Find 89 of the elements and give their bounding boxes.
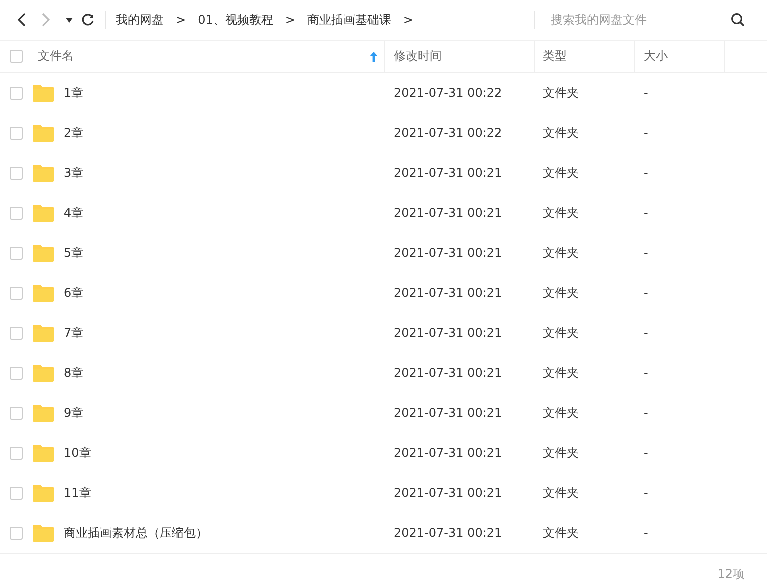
folder-icon <box>33 284 54 302</box>
file-size: - <box>644 286 648 300</box>
column-header[interactable]: 大小 <box>644 48 668 65</box>
modified-time: 2021-07-31 00:21 <box>394 446 502 460</box>
folder-icon <box>33 524 54 542</box>
folder-icon <box>33 364 54 382</box>
file-size: - <box>644 86 648 100</box>
folder-icon <box>33 204 54 222</box>
breadcrumb-separator: > <box>176 13 186 27</box>
item-count: 12项 <box>718 566 745 583</box>
file-name[interactable]: 6章 <box>64 284 84 302</box>
file-type: 文件夹 <box>543 326 579 340</box>
breadcrumb-separator: > <box>403 13 414 27</box>
checkbox[interactable] <box>10 446 22 460</box>
file-name[interactable]: 8章 <box>64 364 84 382</box>
checkbox[interactable] <box>10 326 22 340</box>
modified-time: 2021-07-31 00:21 <box>394 406 502 420</box>
checkbox[interactable] <box>10 286 22 300</box>
checkbox[interactable] <box>10 526 22 540</box>
file-size: - <box>644 126 648 140</box>
file-name[interactable]: 11章 <box>64 484 92 502</box>
folder-icon <box>33 484 54 502</box>
sort-ascending-icon[interactable] <box>370 52 378 62</box>
checkbox[interactable] <box>10 50 22 63</box>
breadcrumb-link[interactable]: 我的网盘 <box>116 12 164 28</box>
file-type: 文件夹 <box>543 446 579 460</box>
refresh-icon[interactable] <box>81 13 95 27</box>
file-size: - <box>644 166 648 180</box>
modified-time: 2021-07-31 00:21 <box>394 326 502 340</box>
caret-icon[interactable] <box>66 18 73 22</box>
file-type: 文件夹 <box>543 126 579 140</box>
file-name[interactable]: 5章 <box>64 244 84 262</box>
checkbox[interactable] <box>10 206 22 220</box>
checkbox[interactable] <box>10 406 22 420</box>
folder-icon <box>33 164 54 182</box>
file-size: - <box>644 486 648 500</box>
folder-icon <box>33 404 54 422</box>
folder-icon <box>33 444 54 462</box>
file-size: - <box>644 246 648 260</box>
file-name[interactable]: 1章 <box>64 84 84 102</box>
checkbox[interactable] <box>10 126 22 140</box>
file-name[interactable]: 商业插画素材总（压缩包） <box>64 524 208 542</box>
breadcrumb-link[interactable]: 01、视频教程 <box>198 12 274 28</box>
file-type: 文件夹 <box>543 206 579 220</box>
modified-time: 2021-07-31 00:21 <box>394 246 502 260</box>
checkbox[interactable] <box>10 246 22 260</box>
file-name[interactable]: 4章 <box>64 204 84 222</box>
file-name[interactable]: 2章 <box>64 124 84 142</box>
breadcrumb-separator: > <box>285 13 296 27</box>
folder-icon <box>33 244 54 262</box>
modified-time: 2021-07-31 00:21 <box>394 206 502 220</box>
file-name[interactable]: 9章 <box>64 404 84 422</box>
file-name[interactable]: 7章 <box>64 324 84 342</box>
file-type: 文件夹 <box>543 86 579 100</box>
checkbox[interactable] <box>10 166 22 180</box>
modified-time: 2021-07-31 00:21 <box>394 486 502 500</box>
file-type: 文件夹 <box>543 526 579 540</box>
file-size: - <box>644 446 648 460</box>
file-size: - <box>644 526 648 540</box>
modified-time: 2021-07-31 00:21 <box>394 366 502 380</box>
breadcrumb-link[interactable]: 商业插画基础课 <box>307 12 392 28</box>
file-type: 文件夹 <box>543 486 579 500</box>
file-size: - <box>644 366 648 380</box>
file-size: - <box>644 406 648 420</box>
file-size: - <box>644 206 648 220</box>
folder-icon <box>33 124 54 142</box>
file-name[interactable]: 10章 <box>64 444 92 462</box>
column-header[interactable]: 修改时间 <box>394 48 442 65</box>
back-icon[interactable] <box>17 13 27 27</box>
checkbox[interactable] <box>10 366 22 380</box>
folder-icon <box>33 324 54 342</box>
modified-time: 2021-07-31 00:21 <box>394 166 502 180</box>
file-type: 文件夹 <box>543 366 579 380</box>
column-header[interactable]: 文件名 <box>38 48 74 65</box>
folder-icon <box>33 84 54 102</box>
file-type: 文件夹 <box>543 406 579 420</box>
modified-time: 2021-07-31 00:22 <box>394 126 502 140</box>
file-type: 文件夹 <box>543 246 579 260</box>
modified-time: 2021-07-31 00:21 <box>394 286 502 300</box>
file-size: - <box>644 326 648 340</box>
checkbox[interactable] <box>10 486 22 500</box>
column-header[interactable]: 类型 <box>543 48 567 65</box>
modified-time: 2021-07-31 00:22 <box>394 86 502 100</box>
search-icon[interactable] <box>731 13 745 27</box>
file-name[interactable]: 3章 <box>64 164 84 182</box>
file-type: 文件夹 <box>543 286 579 300</box>
modified-time: 2021-07-31 00:21 <box>394 526 502 540</box>
checkbox[interactable] <box>10 86 22 100</box>
file-type: 文件夹 <box>543 166 579 180</box>
